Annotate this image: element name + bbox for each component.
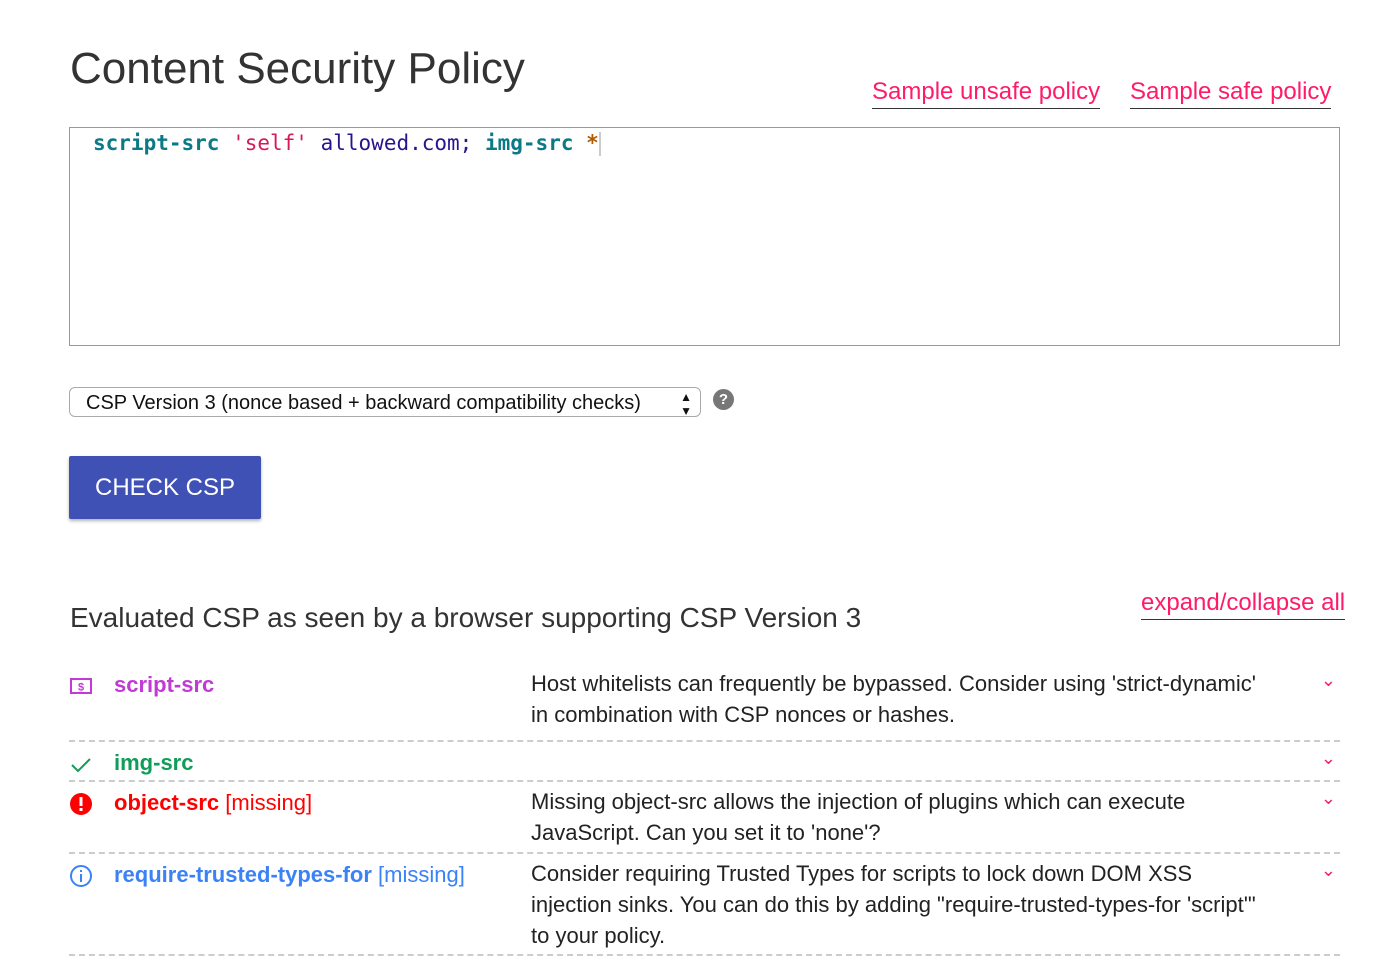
chevron-down-icon[interactable]: ⌄ — [1321, 860, 1336, 881]
svg-text:$: $ — [78, 682, 84, 694]
result-row-require-trusted-types-for[interactable]: require-trusted-types-for [missing] Cons… — [69, 852, 1340, 956]
sample-safe-policy-link[interactable]: Sample safe policy — [1130, 78, 1332, 109]
result-row-script-src[interactable]: $ script-src Host whitelists can frequen… — [69, 662, 1340, 742]
missing-label: [missing] — [378, 862, 465, 887]
chevron-down-icon[interactable]: ⌄ — [1321, 670, 1336, 691]
expand-collapse-all-link[interactable]: expand/collapse all — [1141, 589, 1346, 620]
csp-token: 'self' — [232, 131, 308, 155]
error-icon — [69, 792, 93, 816]
text-cursor — [598, 132, 601, 156]
csp-token: allowed.com; — [320, 131, 473, 155]
help-icon[interactable]: ? — [713, 389, 734, 410]
finding-description: Consider requiring Trusted Types for scr… — [531, 861, 1256, 948]
directive-name: script-src — [114, 672, 215, 697]
csp-version-value: CSP Version 3 (nonce based + backward co… — [86, 392, 641, 414]
chevron-down-icon[interactable]: ⌄ — [1321, 788, 1336, 809]
finding-description: Host whitelists can frequently be bypass… — [531, 671, 1256, 727]
csp-token: script-src — [93, 131, 220, 155]
results-heading: Evaluated CSP as seen by a browser suppo… — [70, 602, 862, 633]
check-icon — [69, 752, 93, 776]
select-arrows-icon: ▲ ▼ — [680, 390, 692, 418]
csp-editor[interactable]: script-src 'self' allowed.com; img-src * — [69, 127, 1340, 346]
sample-unsafe-policy-link[interactable]: Sample unsafe policy — [872, 78, 1101, 109]
directive-name: object-src [missing] — [114, 790, 313, 815]
missing-label: [missing] — [225, 790, 313, 815]
csp-token: img-src — [484, 131, 574, 155]
result-row-object-src[interactable]: object-src [missing] Missing object-src … — [69, 780, 1340, 854]
csp-version-select[interactable]: CSP Version 3 (nonce based + backward co… — [69, 387, 701, 418]
dollar-box-icon: $ — [69, 674, 93, 698]
chevron-down-icon[interactable]: ⌄ — [1321, 748, 1336, 769]
info-icon — [69, 864, 93, 888]
finding-description: Missing object-src allows the injection … — [531, 789, 1186, 845]
csp-token — [574, 131, 587, 155]
directive-name: require-trusted-types-for [missing] — [114, 862, 465, 887]
page-title: Content Security Policy — [70, 44, 525, 93]
csp-token — [472, 131, 485, 155]
result-row-img-src[interactable]: img-src ⌄ — [69, 740, 1340, 782]
csp-editor-text: script-src 'self' allowed.com; img-src * — [93, 131, 601, 156]
csp-token — [219, 131, 232, 155]
directive-name: img-src — [114, 750, 194, 775]
csp-token: * — [586, 131, 599, 155]
csp-token — [308, 131, 321, 155]
check-csp-button[interactable]: CHECK CSP — [69, 456, 261, 519]
